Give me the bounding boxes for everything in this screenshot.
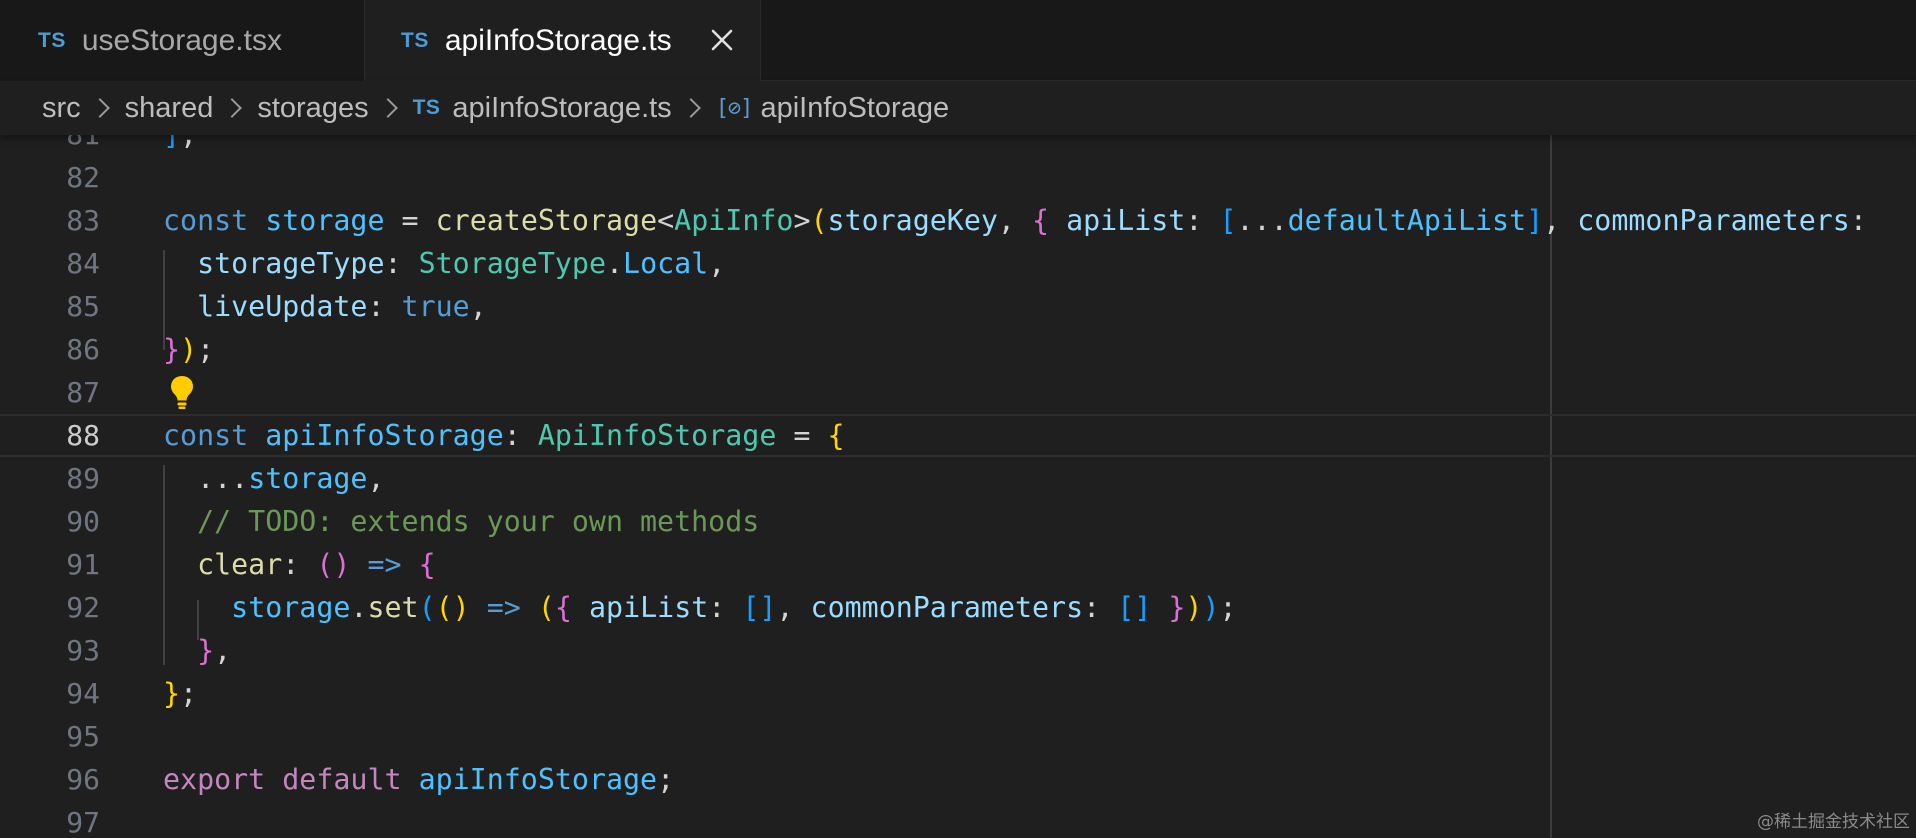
code-text: ]; (163, 135, 197, 156)
code-text: ...storage, (197, 462, 385, 495)
line-number: 94 (66, 677, 100, 710)
watermark: @稀土掘金技术社区 (1757, 812, 1910, 832)
line-number: 84 (66, 247, 100, 280)
close-icon[interactable] (706, 24, 738, 56)
line-number: 81 (0, 135, 100, 156)
code-line: 90 // TODO: extends your own methods (0, 500, 1916, 543)
breadcrumb: src shared storages TS apiInfoStorage.ts… (0, 81, 1916, 135)
breadcrumb-item-symbol[interactable]: [⊘] apiInfoStorage (716, 92, 949, 125)
line-number: 91 (66, 548, 100, 581)
line-number: 87 (66, 376, 100, 409)
typescript-file-icon: TS (38, 28, 66, 52)
code-text: }; (163, 677, 198, 710)
chevron-right-icon (680, 98, 701, 118)
line-number: 85 (66, 290, 100, 323)
code-line: 93 }, (0, 629, 1916, 672)
code-line: 82 (0, 156, 1916, 199)
code-text: storageType: StorageType.Local, (197, 247, 726, 280)
tab-usestorage[interactable]: TS useStorage.tsx (0, 0, 365, 81)
code-line: 85 liveUpdate: true, (0, 285, 1916, 328)
code-line: 96 export default apiInfoStorage; (0, 758, 1916, 801)
code-text: const storage = createStorage<ApiInfo>(s… (163, 204, 1867, 237)
line-number: 83 (66, 204, 100, 237)
breadcrumb-item-src[interactable]: src (42, 92, 81, 125)
line-number: 89 (66, 462, 100, 495)
lightbulb-icon[interactable] (167, 373, 197, 411)
tab-label: apiInfoStorage.ts (444, 23, 672, 57)
code-line: 87 (0, 371, 1916, 414)
code-line: 81 ]; (0, 135, 1916, 156)
line-number: 92 (66, 591, 100, 624)
line-number: 82 (66, 161, 100, 194)
code-line: 91 clear: () => { (0, 543, 1916, 586)
line-number: 96 (66, 763, 100, 796)
tab-bar: TS useStorage.tsx TS apiInfoStorage.ts (0, 0, 1916, 82)
breadcrumb-item-storages[interactable]: storages (257, 92, 368, 125)
breadcrumb-file-label: apiInfoStorage.ts (452, 91, 672, 124)
code-line: 89 ...storage, (0, 457, 1916, 500)
line-number: 88 (66, 419, 100, 452)
symbol-variable-icon: [⊘] (715, 95, 754, 121)
code-editor[interactable]: 81 ]; 82 83 const storage = createStorag… (0, 135, 1916, 838)
chevron-right-icon (377, 98, 398, 118)
code-text: liveUpdate: true, (197, 290, 487, 323)
code-line-current: 88 const apiInfoStorage: ApiInfoStorage … (0, 414, 1916, 457)
line-number: 95 (66, 720, 100, 753)
code-text: }, (197, 634, 232, 667)
line-number: 97 (66, 806, 100, 838)
code-text: const apiInfoStorage: ApiInfoStorage = { (163, 419, 845, 452)
code-text: storage.set(() => ({ apiList: [], common… (231, 591, 1237, 624)
code-line: 95 (0, 715, 1916, 758)
code-line: 84 storageType: StorageType.Local, (0, 242, 1916, 285)
code-line: 83 const storage = createStorage<ApiInfo… (0, 199, 1916, 242)
typescript-file-icon: TS (412, 96, 441, 119)
code-line: 94 }; (0, 672, 1916, 715)
code-text: clear: () => { (197, 548, 436, 581)
tab-apiinfostorage[interactable]: TS apiInfoStorage.ts (365, 0, 761, 82)
code-line: 92 storage.set(() => ({ apiList: [], com… (0, 586, 1916, 629)
code-text: }); (163, 333, 215, 366)
line-number: 90 (66, 505, 100, 538)
code-text: export default apiInfoStorage; (163, 763, 675, 796)
chevron-right-icon (222, 98, 243, 118)
code-line: 97 (0, 801, 1916, 838)
tab-label: useStorage.tsx (81, 23, 282, 57)
code-line: 86 }); (0, 328, 1916, 371)
breadcrumb-item-shared[interactable]: shared (125, 92, 214, 125)
typescript-file-icon: TS (401, 28, 429, 52)
breadcrumb-item-file[interactable]: TS apiInfoStorage.ts (413, 92, 672, 125)
code-comment: // TODO: extends your own methods (163, 505, 760, 538)
line-number: 93 (66, 634, 100, 667)
breadcrumb-symbol-label: apiInfoStorage (760, 91, 950, 124)
chevron-right-icon (89, 98, 110, 118)
line-number: 86 (66, 333, 100, 366)
